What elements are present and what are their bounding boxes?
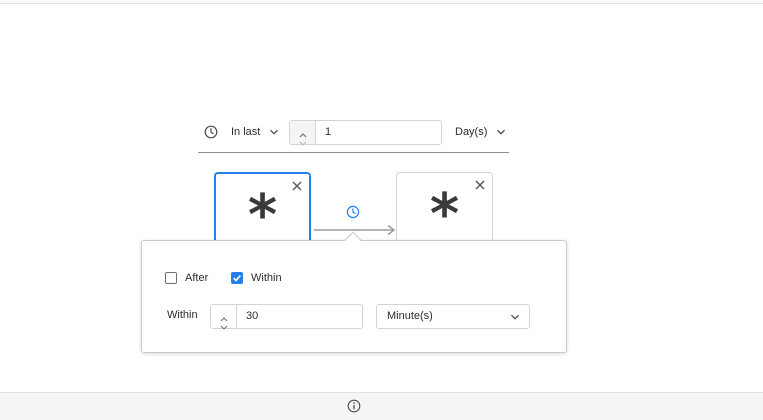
top-divider: [0, 0, 763, 4]
after-checkbox[interactable]: After: [165, 272, 208, 284]
event-box-1[interactable]: *: [214, 172, 311, 247]
increment-button[interactable]: [219, 309, 229, 322]
increment-button[interactable]: [298, 125, 308, 138]
time-scope-unit-label: Day(s): [455, 126, 488, 138]
footer-bar: [0, 392, 763, 420]
within-row-label: Within: [167, 309, 198, 321]
clock-icon: [204, 125, 218, 139]
decrement-button[interactable]: [219, 318, 229, 330]
chevron-down-icon: [497, 129, 506, 135]
time-scope-stepper: 1: [289, 120, 442, 146]
checkmark-icon: [232, 274, 241, 282]
time-scope-row: In last 1 Day(s): [198, 118, 509, 153]
chevron-down-icon: [511, 314, 519, 320]
time-scope-value-input[interactable]: 1: [316, 121, 441, 144]
within-label: Within: [251, 272, 282, 284]
stepper-buttons: [211, 305, 237, 330]
event-wildcard-symbol: *: [247, 183, 278, 247]
time-scope-mode-dropdown[interactable]: In last: [231, 123, 279, 141]
clock-icon[interactable]: [346, 205, 360, 219]
checkbox-box: [231, 272, 243, 284]
chevron-down-icon: [220, 325, 227, 330]
decrement-button[interactable]: [298, 134, 308, 146]
within-unit-select[interactable]: Minute(s): [376, 304, 530, 329]
within-checkbox[interactable]: Within: [231, 272, 282, 284]
event-box-2[interactable]: *: [396, 172, 493, 247]
within-unit-value: Minute(s): [387, 310, 433, 322]
chevron-down-icon: [299, 141, 306, 146]
checkbox-box: [165, 272, 177, 284]
chevron-down-icon: [270, 129, 279, 135]
within-stepper: 30: [210, 304, 363, 330]
time-scope-unit-dropdown[interactable]: Day(s): [455, 123, 506, 141]
info-icon[interactable]: [347, 399, 361, 413]
stepper-buttons: [290, 121, 316, 146]
time-constraint-popover: After Within Within 30 Minute(s): [141, 231, 567, 353]
after-label: After: [185, 272, 209, 284]
time-scope-mode-label: In last: [231, 126, 261, 138]
within-value-input[interactable]: 30: [237, 305, 362, 328]
event-wildcard-symbol: *: [429, 182, 460, 247]
